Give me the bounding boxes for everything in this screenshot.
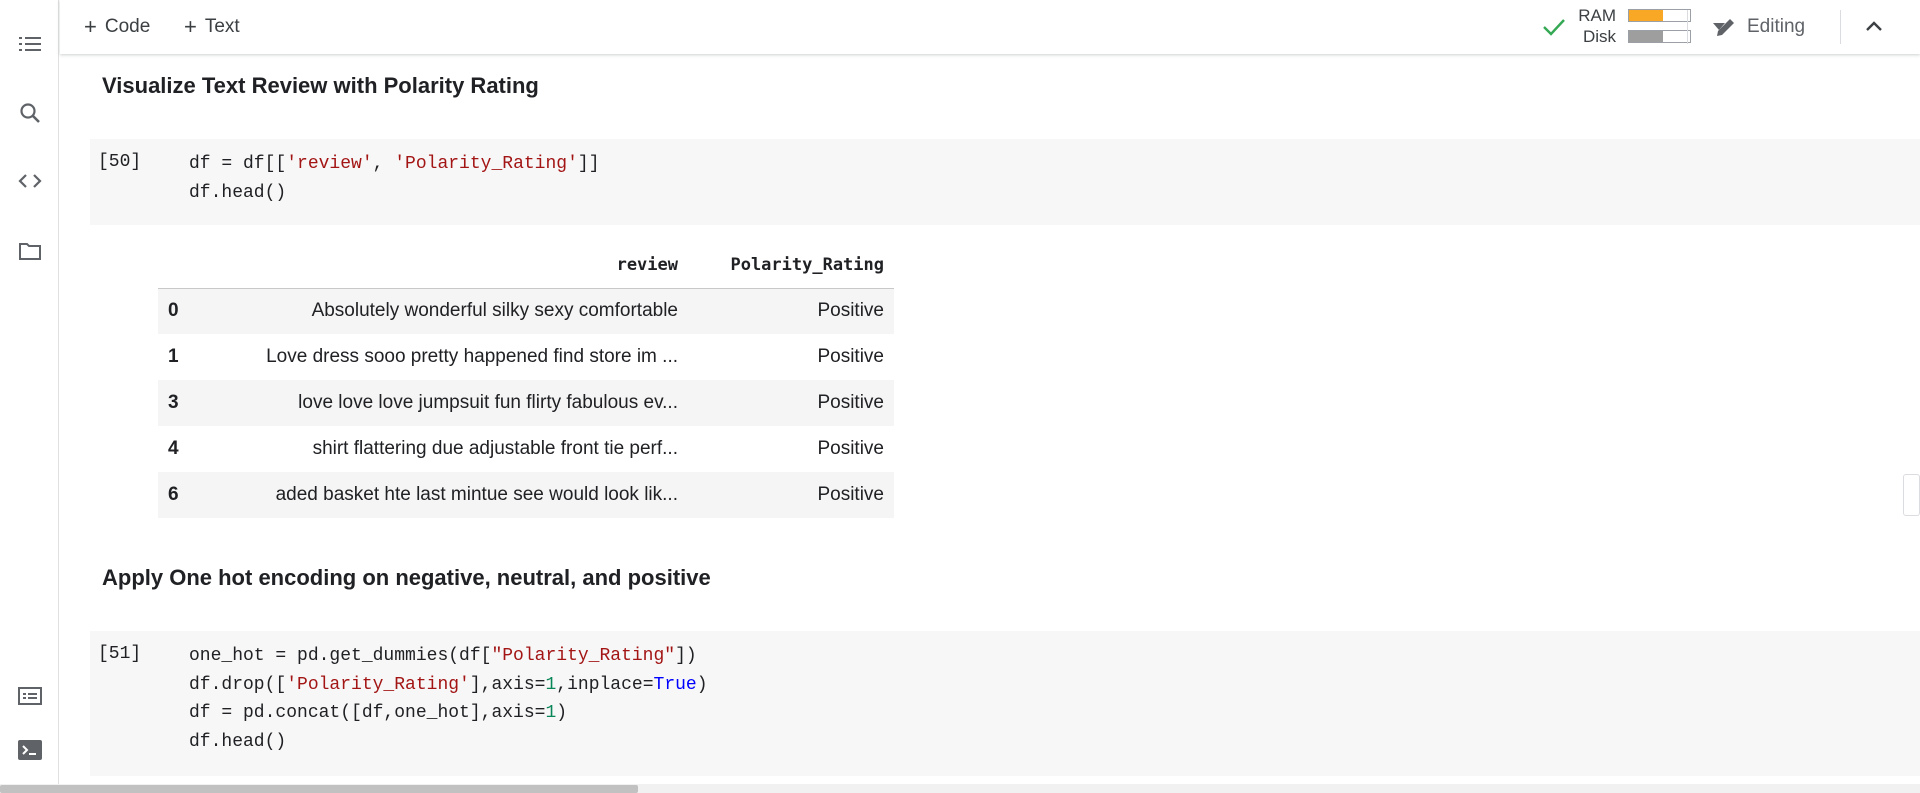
disk-usage-fill [1629,31,1663,42]
review-cell: love love love jumpsuit fun flirty fabul… [192,380,688,426]
review-cell: aded basket hte last mintue see would lo… [192,472,688,518]
code-cell-50[interactable]: [50] df = df[['review', 'Polarity_Rating… [90,139,1920,225]
table-header-row: review Polarity_Rating [158,242,894,289]
row-index: 3 [158,380,192,426]
code-token: ]] [577,154,600,174]
plus-icon: + [84,14,97,39]
chevron-up-icon[interactable] [1864,19,1884,33]
toolbar-divider [1687,10,1688,44]
code-number: 1 [545,703,557,723]
connected-check-icon [1543,19,1565,36]
add-text-label: Text [204,16,240,37]
add-text-button[interactable]: + Text [184,14,240,40]
code-string: 'Polarity_Rating' [286,674,470,695]
table-row: 0 Absolutely wonderful silky sexy comfor… [158,288,894,334]
ram-usage-bar [1628,9,1691,22]
polarity-cell: Positive [688,472,894,518]
add-code-button[interactable]: + Code [84,14,150,40]
disk-label: Disk [1582,27,1616,46]
editing-mode-button[interactable]: Editing [1715,14,1805,40]
search-icon[interactable] [17,100,43,126]
polarity-cell: Positive [817,346,884,367]
row-index: 1 [168,346,179,367]
code-token: one_hot = pd.get_dummies(df[ [189,646,492,666]
code-editor[interactable]: df = df[['review', 'Polarity_Rating']] d… [189,150,600,207]
command-palette-icon[interactable] [17,683,43,709]
horizontal-scrollbar[interactable] [0,784,1920,793]
row-index: 4 [168,438,179,459]
code-string: 'review' [286,154,373,174]
review-cell: Absolutely wonderful silky sexy comforta… [192,288,688,334]
resources-indicator[interactable]: RAM Disk [1542,6,1742,48]
index-header [158,242,192,289]
section-heading: Apply One hot encoding on negative, neut… [102,565,711,590]
code-string: "Polarity_Rating" [491,646,676,666]
polarity-cell: Positive [688,380,894,426]
polarity-cell: Positive [817,438,884,459]
code-string: 'Polarity_Rating' [394,154,578,174]
review-cell: Love dress sooo pretty happened find sto… [266,346,678,367]
row-index: 0 [158,288,192,334]
editing-label: Editing [1747,16,1806,37]
table-of-contents-icon[interactable] [17,31,43,57]
table-row: 3 love love love jumpsuit fun flirty fab… [158,380,894,426]
pencil-icon [1717,19,1734,36]
toolbar-divider [1840,10,1841,44]
add-code-label: Code [104,16,151,37]
code-number: 1 [545,674,557,695]
code-editor[interactable]: one_hot = pd.get_dummies(df["Polarity_Ra… [189,642,708,756]
execution-count: [51] [98,644,142,664]
code-token: df.head() [189,182,287,203]
execution-count: [50] [98,152,142,172]
plus-icon: + [184,14,197,39]
column-header: review [192,242,688,289]
row-index: 6 [158,472,192,518]
code-token: ]) [675,646,697,666]
table-row: 6 aded basket hte last mintue see would … [158,472,894,518]
code-cell-51[interactable]: [51] one_hot = pd.get_dummies(df["Polari… [90,631,1920,776]
section-heading: Visualize Text Review with Polarity Rati… [102,73,539,98]
code-token: ) [696,674,708,695]
horizontal-scrollbar-thumb[interactable] [0,785,638,793]
ram-label: RAM [1578,6,1616,25]
code-token: df = df[[ [189,154,287,174]
code-token: df.drop([ [189,674,287,695]
ram-usage-fill [1629,10,1663,21]
code-token: ],axis= [469,674,546,695]
disk-usage-bar [1628,30,1691,43]
code-token: df.head() [189,731,287,752]
terminal-icon[interactable] [17,737,43,763]
code-token: df = pd.concat([df,one_hot],axis= [189,703,546,723]
code-token: ) [556,703,568,723]
polarity-cell: Positive [688,288,894,334]
table-row: 1 Love dress sooo pretty happened find s… [158,334,894,380]
review-cell: shirt flattering due adjustable front ti… [312,438,678,459]
toolbar: + Code + Text RAM Disk Editing [60,0,1920,54]
notebook-main: Visualize Text Review with Polarity Rati… [60,54,1920,784]
code-token: , [372,154,395,174]
code-snippets-icon[interactable] [17,168,43,194]
column-header: Polarity_Rating [688,242,894,289]
vertical-scrollbar-thumb[interactable] [1903,474,1920,516]
left-rail [0,0,59,793]
code-token: ,inplace= [556,674,654,695]
files-icon[interactable] [17,238,43,264]
code-keyword: True [653,674,697,695]
table-row: 4 shirt flattering due adjustable front … [158,426,894,472]
dataframe-output: review Polarity_Rating 0 Absolutely wond… [158,242,894,518]
